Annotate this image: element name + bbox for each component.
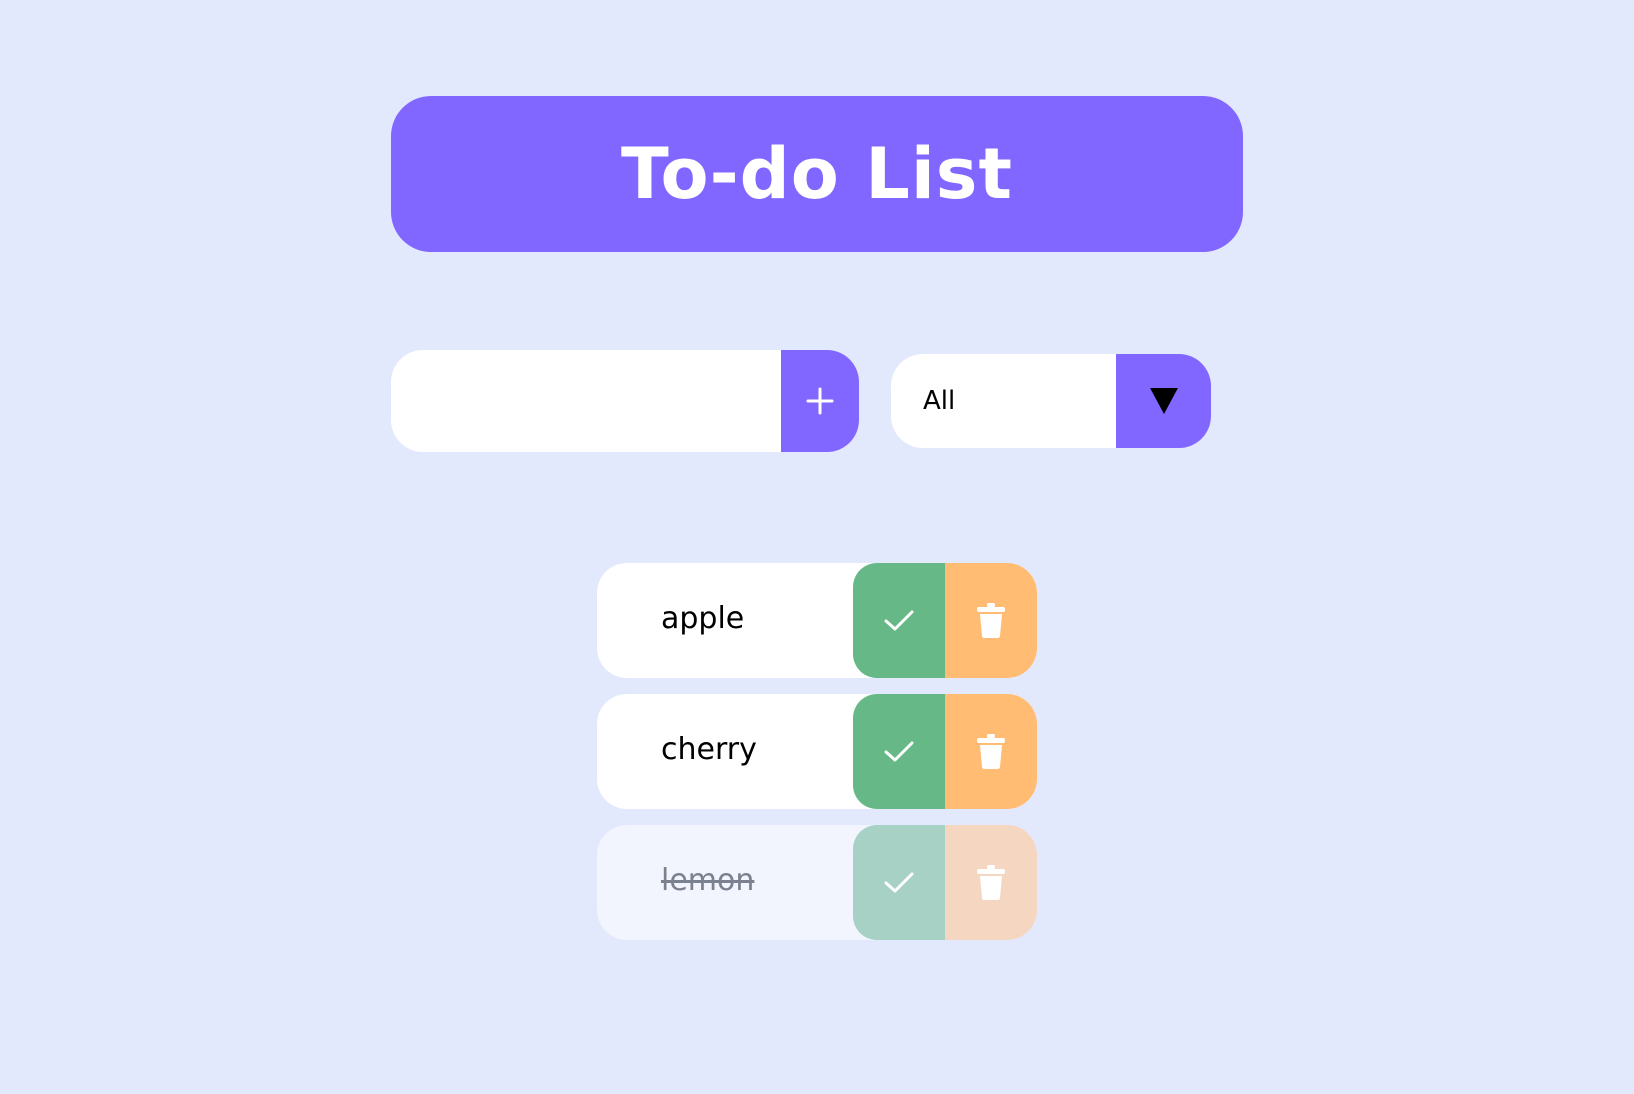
check-icon [884,610,914,630]
todo-text: cherry [661,732,757,767]
trash-icon [977,864,1005,900]
todo-list: apple cherry lemon [597,563,1037,956]
check-icon [884,872,914,892]
page-title: To-do List [621,133,1013,215]
todo-text: lemon [661,863,755,898]
add-todo-form [391,350,859,452]
complete-button[interactable] [853,825,945,940]
add-todo-button[interactable] [781,350,859,452]
filter-select[interactable]: All [891,354,1211,448]
todo-item: apple [597,563,1037,678]
filter-dropdown-button[interactable] [1116,354,1211,448]
filter-selected-value: All [923,386,956,416]
caret-down-icon [1149,388,1178,414]
delete-button[interactable] [945,825,1037,940]
delete-button[interactable] [945,563,1037,678]
complete-button[interactable] [853,694,945,809]
todo-item: cherry [597,694,1037,809]
todo-text: apple [661,601,745,636]
check-icon [884,741,914,761]
trash-icon [977,733,1005,769]
complete-button[interactable] [853,563,945,678]
trash-icon [977,602,1005,638]
delete-button[interactable] [945,694,1037,809]
todo-input[interactable] [391,350,781,452]
plus-icon [806,387,834,415]
todo-item-completed: lemon [597,825,1037,940]
app-header: To-do List [391,96,1243,252]
